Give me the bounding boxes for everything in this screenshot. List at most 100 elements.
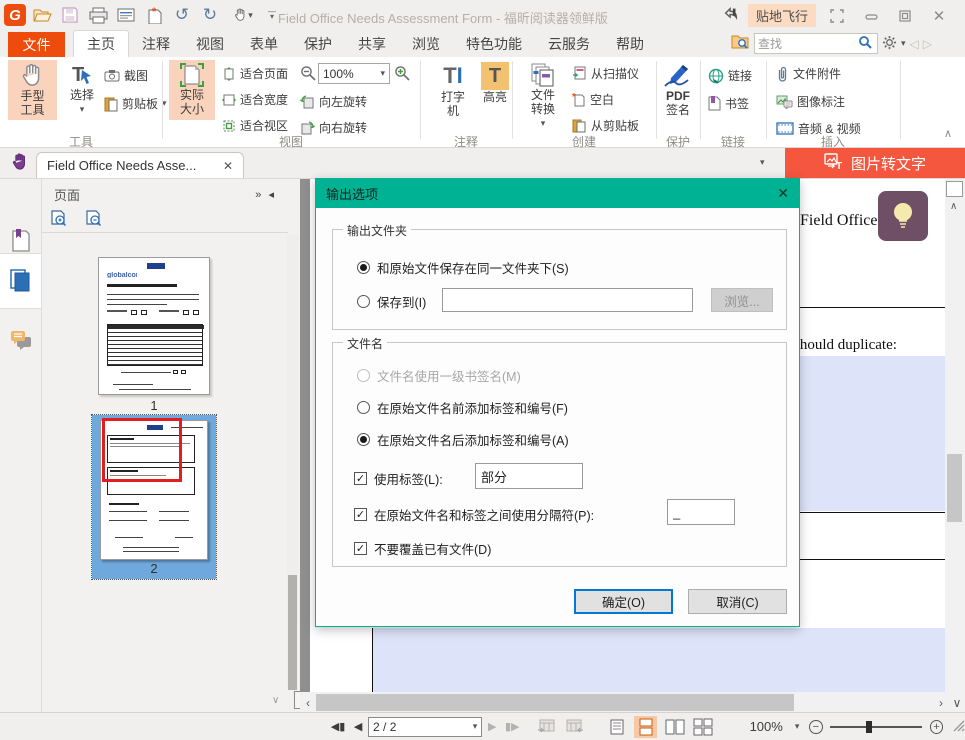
radio-prefix[interactable]: 在原始文件名前添加标签和编号(F) [357,398,568,417]
flight-mode-badge[interactable]: 贴地飞行 [748,4,816,27]
image-annotation-button[interactable]: 图像标注 [776,93,845,110]
previous-page-button[interactable]: ◀ [348,716,368,738]
previous-view-icon[interactable] [536,716,556,738]
screenshot-button[interactable]: 截图 [104,67,148,84]
status-zoom-value[interactable]: 100% [750,719,783,734]
sidebar-comments-icon[interactable] [0,321,42,361]
radio-save-to-control[interactable] [357,295,370,308]
zoom-slider[interactable] [830,726,922,728]
menu-tab-cloud[interactable]: 云服务 [535,30,603,57]
vertical-scrollbar[interactable]: ∧ [945,179,965,692]
reduce-thumbnails-icon[interactable] [85,210,102,230]
first-page-button[interactable]: ◀▮ [328,716,348,738]
status-zoom-dropdown-arrow[interactable]: ▾ [795,721,800,732]
search-magnifier-icon[interactable] [858,35,872,52]
checkbox-no-overwrite-text[interactable]: 不要覆盖已有文件(D) [374,539,491,558]
single-page-layout-icon[interactable] [607,716,627,738]
checkbox-separator-text[interactable]: 在原始文件名和标签之间使用分隔符(P): [374,505,594,524]
tab-list-dropdown-arrow[interactable]: ▾ [760,157,765,168]
file-convert-button[interactable]: 文件转换 ▾ [520,60,566,130]
search-settings-dropdown-arrow[interactable]: ▾ [901,38,906,49]
ok-button[interactable]: 确定(O) [574,589,673,614]
menu-tab-features[interactable]: 特色功能 [453,30,535,57]
new-document-button[interactable]: * [142,3,166,27]
horizontal-scrollbar[interactable]: ‹ › ∨ [300,692,965,712]
zoom-level-combo[interactable]: 100%▾ [318,63,390,84]
open-file-button[interactable] [30,3,54,27]
redo-button[interactable]: ↻ [198,3,222,27]
menu-tab-protect[interactable]: 保护 [291,30,345,57]
dialog-close-icon[interactable]: ✕ [777,185,789,202]
zoom-in-slider-button[interactable]: + [930,720,944,734]
radio-prefix-label[interactable]: 在原始文件名前添加标签和编号(F) [377,398,568,417]
scroll-left-arrow[interactable]: ‹ [300,696,316,710]
radio-suffix-label[interactable]: 在原始文件名后添加标签和编号(A) [377,430,569,449]
checkbox-use-label-text[interactable]: 使用标签(L): [374,469,443,488]
bookmark-button[interactable]: 书签 [708,95,749,112]
panel-collapse-icon[interactable]: ◂ [268,189,276,201]
image-to-text-button[interactable]: T 图片转文字 [785,148,965,178]
document-tab[interactable]: Field Office Needs Asse... ✕ [36,152,244,178]
purple-hand-icon[interactable] [10,152,30,175]
save-button[interactable] [58,3,82,27]
label-input[interactable] [475,463,583,489]
collapse-ribbon-button[interactable]: ∧ [944,127,952,140]
radio-prefix-control[interactable] [357,401,370,414]
radio-same-folder[interactable]: 和原始文件保存在同一文件夹下(S) [357,258,569,277]
blank-document-button[interactable]: * 空白 [572,91,614,108]
zoom-in-button[interactable] [394,65,410,81]
actual-size-button[interactable]: 实际大小 [169,60,215,120]
rotate-left-button[interactable]: 向左旋转 [300,93,367,110]
menu-tab-browse[interactable]: 浏览 [399,30,453,57]
file-attachment-button[interactable]: 文件附件 [776,65,841,82]
search-folder-icon[interactable] [731,34,750,53]
from-clipboard-button[interactable]: 从剪贴板 [572,117,639,134]
page-number-combo[interactable]: 2 / 2 ▾ [368,717,482,737]
hand-tool-dropdown-arrow[interactable]: ▾ [248,10,253,21]
thumbnail-scrollbar-thumb[interactable] [288,575,297,690]
restore-button[interactable] [892,6,918,26]
scroll-right-arrow[interactable]: › [933,696,949,710]
radio-save-to-label[interactable]: 保存到(I) [377,292,426,311]
checkbox-no-overwrite[interactable]: ✓ 不要覆盖已有文件(D) [354,539,491,558]
zoom-out-button[interactable] [300,65,316,81]
window-resize-grip[interactable] [951,718,965,735]
zoom-out-slider-button[interactable]: − [809,720,823,734]
undo-button[interactable]: ↺ [170,3,194,27]
facing-layout-icon[interactable] [665,716,685,738]
print-button[interactable] [86,3,110,27]
horizontal-scrollbar-thumb[interactable] [316,694,794,711]
select-tool-button[interactable]: T 选择 ▾ [62,60,102,116]
scroll-down-arrow[interactable]: ∨ [949,696,965,710]
minimize-button[interactable] [858,6,884,26]
fit-page-button[interactable]: 适合页面 [222,65,288,82]
separator-input[interactable] [667,499,735,525]
find-next-arrow[interactable]: ▷ [923,37,932,51]
panel-expand-icon[interactable]: » [255,189,263,201]
scroll-up-arrow[interactable]: ∧ [950,201,957,212]
menu-tab-file[interactable]: 文件 [8,32,65,57]
next-view-icon[interactable] [565,716,585,738]
radio-same-folder-label[interactable]: 和原始文件保存在同一文件夹下(S) [377,258,569,277]
continuous-layout-icon[interactable] [634,716,657,738]
email-button[interactable] [114,3,138,27]
page-1-thumbnail[interactable]: globalcorp [98,257,210,395]
form-field-highlight-bottom[interactable] [373,628,945,692]
thumbnail-scroll-down-arrow[interactable]: ∨ [272,695,279,706]
form-field-highlight[interactable] [798,356,945,511]
save-to-path-input[interactable] [442,288,693,312]
menu-tab-home[interactable]: 主页 [73,30,129,57]
menu-tab-share[interactable]: 共享 [345,30,399,57]
clipboard-button[interactable]: 剪贴板 ▾ [104,95,167,112]
menu-tab-view[interactable]: 视图 [183,30,237,57]
scrollbar-top-box[interactable] [946,181,963,197]
checkbox-use-label-control[interactable]: ✓ [354,472,367,485]
thumbnail-scrollbar[interactable] [287,235,298,690]
assistant-lightbulb-button[interactable] [878,191,928,241]
browse-button[interactable]: 浏览... [711,288,773,312]
typewriter-button[interactable]: TI 打字机 [432,60,474,118]
find-previous-arrow[interactable]: ◁ [910,37,919,51]
find-input[interactable] [758,37,858,51]
page-2-selection[interactable]: 2 [92,415,216,579]
share-hand-icon[interactable] [722,5,740,26]
